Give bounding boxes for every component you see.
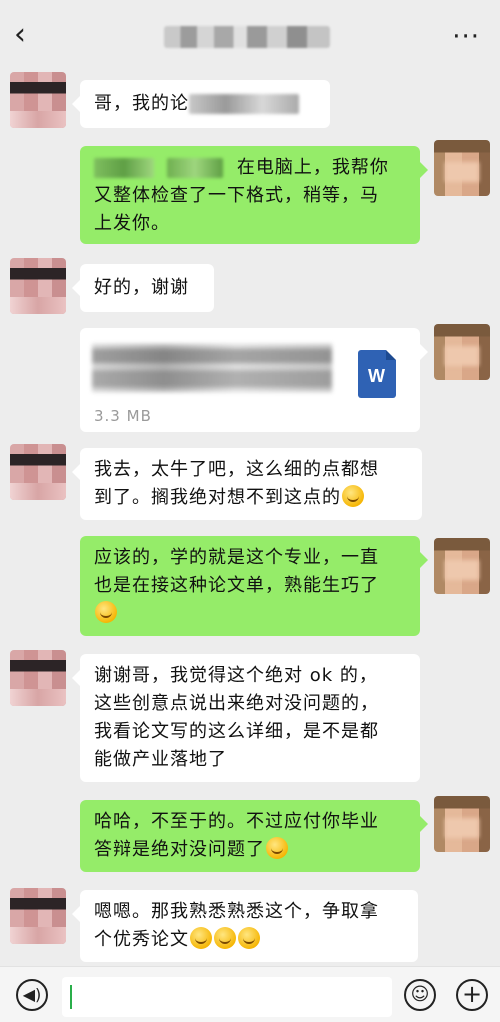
message-bubble-received[interactable]: 嗯嗯。那我熟悉熟悉这个，争取拿 个优秀论文: [72, 890, 418, 962]
message-text-line: 上发你。: [94, 213, 170, 234]
blurred-text: [189, 94, 299, 114]
message-text-line: 能做产业落地了: [94, 749, 227, 770]
word-document-icon: W: [358, 350, 396, 398]
file-size: 3.3 MB: [94, 407, 152, 425]
chat-title-blurred: [164, 26, 330, 48]
message-text-line: 也是在接这种论文单，熟能生巧了: [94, 575, 379, 596]
message-bubble-received[interactable]: 谢谢哥，我觉得这个绝对 ok 的， 这些创意点说出来绝对没问题的， 我看论文写的…: [72, 654, 420, 782]
message-text-line: 嗯嗯。那我熟悉熟悉这个，争取拿: [94, 901, 379, 922]
contact-avatar[interactable]: [10, 650, 66, 706]
message-text-line: 应该的，学的就是这个专业，一直: [94, 547, 379, 568]
message-text-line: 到了。搁我绝对想不到这点的: [94, 487, 341, 508]
message-text-line: 答辩是绝对没问题了: [94, 839, 265, 860]
message-bubble-sent[interactable]: 应该的，学的就是这个专业，一直 也是在接这种论文单，熟能生巧了: [80, 536, 428, 636]
message-text-line: 这些创意点说出来绝对没问题的，: [94, 693, 379, 714]
more-options-icon[interactable]: ···: [452, 22, 480, 52]
message-text-line: 在电脑上，我帮你: [236, 157, 389, 178]
message-input[interactable]: [62, 977, 392, 1017]
self-avatar[interactable]: [434, 538, 490, 594]
chat-header: ‹ ···: [0, 0, 500, 70]
message-bubble-received[interactable]: 我去，太牛了吧，这么细的点都想 到了。搁我绝对想不到这点的: [72, 448, 422, 520]
self-avatar[interactable]: [434, 140, 490, 196]
message-text: 哥，我的论: [94, 93, 189, 114]
emoji-button[interactable]: ☺: [404, 979, 436, 1011]
self-avatar[interactable]: [434, 324, 490, 380]
blurred-text: [94, 158, 154, 178]
blushing-emoji-icon: [238, 927, 260, 949]
file-name-blurred: [92, 344, 332, 392]
message-text-line: 个优秀论文: [94, 929, 189, 950]
message-bubble-received[interactable]: 哥，我的论: [72, 80, 330, 128]
contact-avatar[interactable]: [10, 444, 66, 500]
back-arrow-icon[interactable]: ‹: [14, 20, 36, 50]
message-text-line: 哈哈，不至于的。不过应付你毕业: [94, 811, 379, 832]
message-bubble-sent[interactable]: 哈哈，不至于的。不过应付你毕业 答辩是绝对没问题了: [80, 800, 428, 872]
message-text: 好的，谢谢: [94, 277, 189, 298]
message-bubble-sent[interactable]: 在电脑上，我帮你 又整体检查了一下格式，稍等，马 上发你。: [80, 146, 428, 244]
self-avatar[interactable]: [434, 796, 490, 852]
message-bubble-received[interactable]: 好的，谢谢: [72, 264, 214, 312]
contact-avatar[interactable]: [10, 258, 66, 314]
message-text-line: 我去，太牛了吧，这么细的点都想: [94, 459, 379, 480]
blurred-text: [167, 158, 224, 178]
file-message[interactable]: 3.3 MB W: [80, 328, 428, 432]
text-cursor: [70, 985, 72, 1009]
thinking-emoji-icon: [266, 837, 288, 859]
laughing-crying-emoji-icon: [342, 485, 364, 507]
input-bar: ◀) ☺ +: [0, 966, 500, 1022]
blushing-emoji-icon: [214, 927, 236, 949]
blushing-emoji-icon: [190, 927, 212, 949]
voice-input-button[interactable]: ◀): [16, 979, 48, 1011]
message-text-line: 又整体检查了一下格式，稍等，马: [94, 185, 379, 206]
more-functions-button[interactable]: +: [456, 979, 488, 1011]
message-text-line: 谢谢哥，我觉得这个绝对 ok 的，: [94, 665, 378, 686]
contact-avatar[interactable]: [10, 888, 66, 944]
grinning-emoji-icon: [95, 601, 117, 623]
contact-avatar[interactable]: [10, 72, 66, 128]
message-text-line: 我看论文写的这么详细，是不是都: [94, 721, 379, 742]
